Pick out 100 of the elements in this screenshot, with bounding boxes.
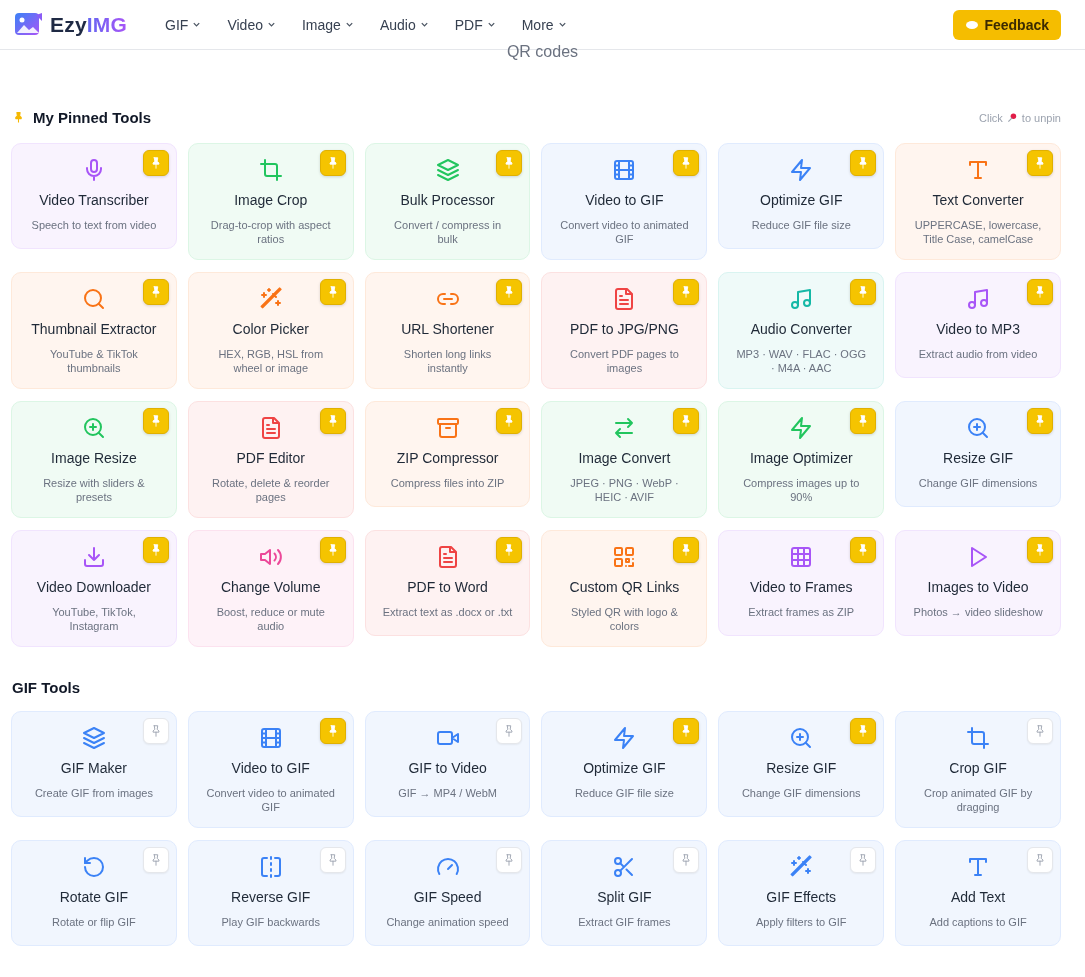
tool-card[interactable]: Bulk Processor Convert / compress in bulk	[364, 143, 531, 260]
chevron-down-icon	[192, 20, 202, 29]
tool-card[interactable]: GIF Effects Apply filters to GIF	[718, 840, 885, 946]
pin-button[interactable]	[142, 150, 169, 176]
pin-button[interactable]	[142, 537, 169, 563]
nav-menu[interactable]: Image	[291, 10, 364, 39]
pin-button[interactable]	[850, 150, 877, 176]
tool-card[interactable]: Rotate GIF Rotate or flip GIF	[11, 840, 177, 946]
tool-card[interactable]: Image Optimizer Compress images up to 90%	[718, 401, 885, 518]
pin-button[interactable]	[319, 537, 346, 563]
tool-card[interactable]: ZIP Compressor Compress files into ZIP	[364, 401, 531, 507]
tool-card[interactable]: Resize GIF Change GIF dimensions	[895, 401, 1061, 507]
tool-description: Rotate, delete & reorder pages	[211, 476, 331, 504]
tool-card[interactable]: PDF Editor Rotate, delete & reorder pages	[187, 401, 354, 518]
tool-card[interactable]: Split GIF Extract GIF frames	[541, 840, 708, 946]
pin-button[interactable]	[142, 408, 169, 434]
tool-description: Convert video to animated GIF	[559, 218, 690, 246]
chevron-down-icon	[486, 20, 496, 29]
nav-menu[interactable]: PDF	[444, 10, 506, 39]
tool-title: Change Volume	[220, 579, 321, 596]
tool-description: Styled QR with logo & colors	[569, 605, 679, 633]
tool-description: Reduce GIF file size	[751, 218, 851, 232]
pin-button[interactable]	[1027, 150, 1053, 176]
tool-card[interactable]: Resize GIF Change GIF dimensions	[718, 711, 885, 817]
pin-icon	[1033, 285, 1047, 299]
tool-card[interactable]: Crop GIF Crop animated GIF by dragging	[895, 711, 1061, 828]
nav-menu[interactable]: More	[511, 10, 577, 39]
tool-card[interactable]: Image Crop Drag-to-crop with aspect ratios	[187, 143, 354, 260]
pin-icon	[1033, 853, 1047, 867]
pin-button[interactable]	[319, 718, 346, 744]
tool-card[interactable]: GIF Speed Change animation speed	[364, 840, 531, 946]
tool-description: Convert video to animated GIF	[205, 786, 336, 814]
pin-button[interactable]	[850, 718, 877, 744]
tool-title: Custom QR Links	[569, 579, 680, 596]
tool-card[interactable]: Video to GIF Convert video to animated GIF	[541, 143, 708, 260]
tool-card[interactable]: Optimize GIF Reduce GIF file size	[541, 711, 708, 817]
tool-card[interactable]: GIF Maker Create GIF from images	[11, 711, 177, 817]
tool-description: Shorten long links instantly	[402, 347, 493, 375]
tool-title: Audio Converter	[750, 321, 852, 338]
tool-card[interactable]: Video Downloader YouTube, TikTok, Instagram	[11, 530, 177, 647]
pin-button[interactable]	[673, 279, 700, 305]
pin-button[interactable]	[496, 408, 523, 434]
speech-bubble-icon	[965, 19, 980, 30]
nav-menu[interactable]: Video	[217, 10, 286, 39]
tool-card[interactable]: Custom QR Links Styled QR with logo & colors	[541, 530, 708, 647]
tool-card[interactable]: Video Transcriber Speech to text from video	[11, 143, 177, 249]
tool-title: Add Text	[950, 889, 1006, 906]
tool-description: Change GIF dimensions	[918, 476, 1038, 490]
pin-button[interactable]	[319, 279, 346, 305]
tool-card[interactable]: Video to Frames Extract frames as ZIP	[718, 530, 885, 636]
tool-card[interactable]: GIF to Video GIF → MP4 / WebM	[364, 711, 531, 817]
pin-button[interactable]	[1027, 408, 1053, 434]
tool-card[interactable]: Image Convert JPEG · PNG · WebP · HEIC · AVIF	[541, 401, 708, 518]
tool-card[interactable]: Change Volume Boost, reduce or mute audio	[187, 530, 354, 647]
feedback-button[interactable]: Feedback	[953, 9, 1061, 40]
pin-button[interactable]	[673, 408, 700, 434]
tool-card[interactable]: Color Picker HEX, RGB, HSL from wheel or image	[187, 272, 354, 389]
tool-title: Video to Frames	[750, 579, 853, 596]
tool-title: Video Transcriber	[39, 192, 149, 209]
tool-description: Extract GIF frames	[578, 915, 671, 929]
pin-button[interactable]	[1027, 279, 1053, 305]
nav-menu[interactable]: Audio	[369, 10, 439, 39]
tool-description: UPPERCASE, lowercase, Title Case, camelCase	[913, 218, 1043, 246]
pin-button[interactable]	[850, 408, 877, 434]
tool-title: Thumbnail Extractor	[31, 321, 157, 338]
pin-button[interactable]	[1027, 537, 1053, 563]
pin-button[interactable]	[496, 150, 523, 176]
pin-button[interactable]	[673, 718, 700, 744]
tool-card[interactable]: PDF to Word Extract text as .docx or .txt	[364, 530, 531, 636]
tool-card[interactable]: Audio Converter MP3 · WAV · FLAC · OGG · M4A · AAC	[718, 272, 885, 389]
tool-card[interactable]: Add Text Add captions to GIF	[895, 840, 1061, 946]
pin-button[interactable]	[850, 537, 877, 563]
pin-button[interactable]	[496, 537, 523, 563]
tool-card[interactable]: Video to GIF Convert video to animated GIF	[187, 711, 354, 828]
tool-card[interactable]: Reverse GIF Play GIF backwards	[187, 840, 354, 946]
tool-card[interactable]: Thumbnail Extractor YouTube & TikTok thumbnails	[11, 272, 177, 389]
pin-button[interactable]	[142, 279, 169, 305]
tool-title: GIF Maker	[60, 760, 127, 777]
pin-button[interactable]	[319, 150, 346, 176]
tool-description: Convert PDF pages to images	[569, 347, 680, 375]
pin-button[interactable]	[850, 279, 877, 305]
tool-title: ZIP Compressor	[396, 450, 499, 467]
pin-button[interactable]	[496, 279, 523, 305]
tool-description: JPEG · PNG · WebP · HEIC · AVIF	[569, 476, 680, 504]
pushpin-icon	[1006, 112, 1018, 123]
tool-card[interactable]: Images to Video Photos → video slideshow	[895, 530, 1061, 636]
tool-description: Reduce GIF file size	[574, 786, 674, 800]
tool-card[interactable]: Text Converter UPPERCASE, lowercase, Title Case, camelCase	[895, 143, 1061, 260]
tool-card[interactable]: Video to MP3 Extract audio from video	[895, 272, 1061, 378]
tool-card[interactable]: Optimize GIF Reduce GIF file size	[718, 143, 885, 249]
pin-button[interactable]	[319, 408, 346, 434]
nav-menu[interactable]: GIF	[155, 10, 212, 39]
pin-button[interactable]	[673, 150, 700, 176]
tool-card[interactable]: PDF to JPG/PNG Convert PDF pages to images	[541, 272, 708, 389]
tool-description: Photos → video slideshow	[913, 605, 1043, 619]
pin-button[interactable]	[673, 537, 700, 563]
tool-title: Resize GIF	[943, 450, 1014, 467]
tool-card[interactable]: URL Shortener Shorten long links instantly	[364, 272, 531, 389]
tool-description: Convert / compress in bulk	[393, 218, 503, 246]
tool-card[interactable]: Image Resize Resize with sliders & presets	[11, 401, 177, 518]
